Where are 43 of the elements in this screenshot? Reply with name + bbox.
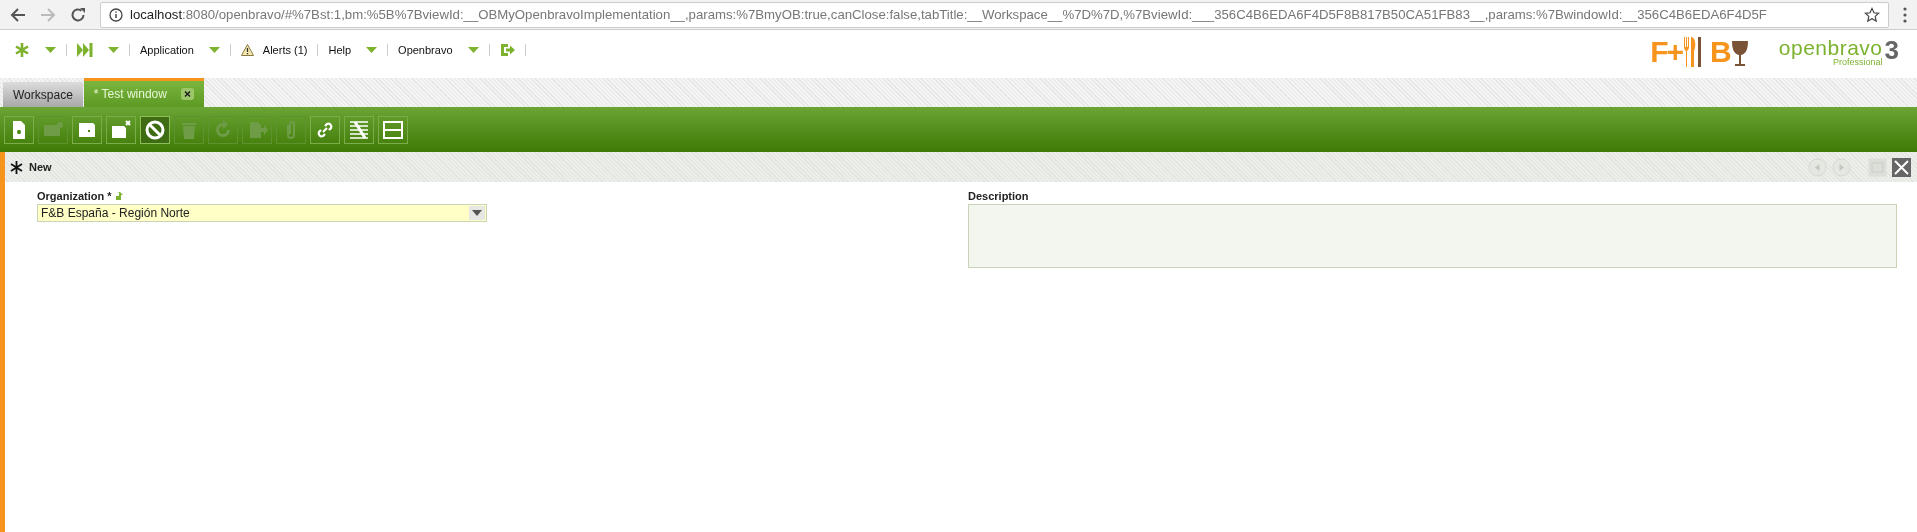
fast-forward-icon[interactable] — [77, 43, 93, 57]
layout-button[interactable] — [378, 115, 408, 144]
description-field[interactable] — [968, 204, 1897, 268]
asterisk-icon — [10, 160, 23, 174]
menu-item[interactable]: Help — [328, 44, 352, 56]
new-button[interactable] — [4, 115, 34, 144]
layout-icon — [382, 118, 404, 141]
menu-icon[interactable] — [1903, 6, 1907, 23]
floppy-disk-icon — [110, 118, 132, 141]
asterisk-icon[interactable] — [14, 42, 30, 58]
tab[interactable]: Workspace — [3, 82, 83, 107]
logout-icon[interactable] — [499, 43, 515, 57]
save-close-button[interactable] — [106, 115, 136, 144]
save-button[interactable] — [72, 115, 102, 144]
cancel-button[interactable] — [140, 115, 170, 144]
caret-icon[interactable] — [45, 46, 56, 54]
link-arrow-icon[interactable] — [115, 192, 123, 200]
address-bar[interactable] — [100, 1, 1889, 28]
menu-item[interactable]: Application — [140, 44, 194, 56]
field-label: Description — [968, 190, 1029, 202]
cancel-icon — [144, 118, 166, 141]
caret-icon[interactable] — [366, 46, 378, 54]
caret-icon[interactable] — [472, 210, 482, 216]
form-title: New — [29, 161, 52, 173]
field-label: Organization * — [37, 190, 112, 202]
url-text: localhost:8080/openbravo/#%7Bst:1,bm:%5B%7BviewId:__OBMyOpenbravoImplementation__,params:%7BmyOB:true,canClose:false,tabTitle:__Workspace__%7D%7D,%7BviewId:___356C4B6EDA6F4D5F8B817B50CA51FB83__,params:%7BwindowId:__356C4B6EDA6F4D5F — [130, 7, 1768, 22]
forward-icon[interactable] — [40, 6, 56, 23]
close-icon[interactable] — [1892, 157, 1911, 177]
reload-icon[interactable] — [70, 6, 86, 23]
alerts-link[interactable]: Alerts (1) — [262, 44, 308, 56]
menu-item[interactable]: Openbravo — [398, 44, 453, 56]
caret-icon[interactable] — [208, 46, 220, 54]
tools-button[interactable] — [344, 115, 374, 144]
caret-icon[interactable] — [108, 46, 119, 54]
info-icon[interactable] — [109, 7, 123, 22]
caret-icon[interactable] — [467, 46, 479, 54]
warning-icon[interactable] — [240, 44, 254, 56]
food-beverage-logo: F+ B — [1650, 35, 1749, 69]
link-button[interactable] — [310, 115, 340, 144]
organization-dropdown[interactable]: F&B España - Región Norte — [37, 204, 487, 222]
bookmark-star-icon[interactable] — [1864, 6, 1880, 23]
back-icon[interactable] — [10, 6, 26, 23]
close-icon[interactable] — [180, 88, 194, 100]
